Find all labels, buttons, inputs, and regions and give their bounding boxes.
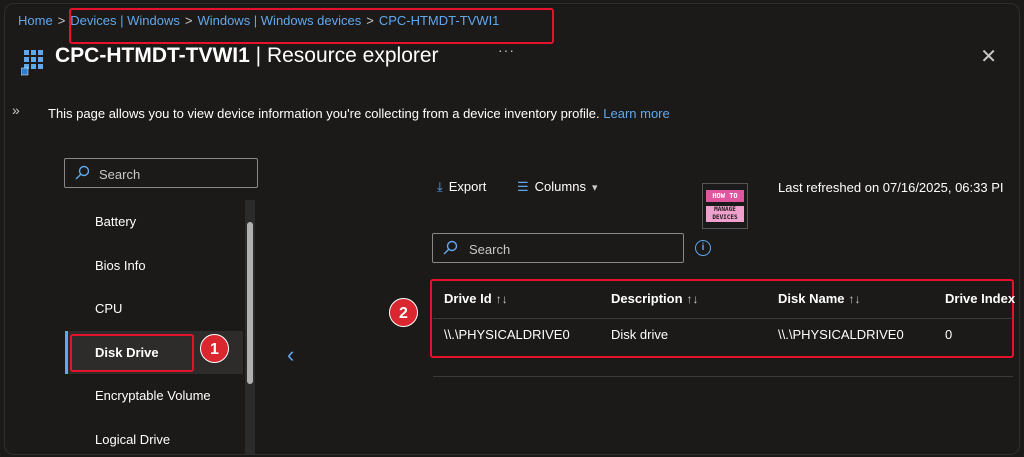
nav-item-bios-info[interactable]: Bios Info: [65, 244, 243, 288]
nav-item-cpu[interactable]: CPU: [65, 287, 243, 331]
expand-menu-icon[interactable]: »: [12, 102, 20, 118]
disk-drive-highlight-box: [70, 334, 194, 372]
search-icon: [75, 165, 90, 180]
table-cell-drive-index: 0: [945, 327, 953, 342]
logo-line-2: MANAGE DEVICES: [706, 206, 744, 222]
column-header-disk-name[interactable]: Disk Name ↑↓: [778, 291, 860, 306]
sort-icon: ↑↓: [686, 292, 699, 306]
columns-icon: ☰: [517, 179, 529, 194]
page-description: This page allows you to view device info…: [48, 106, 670, 121]
nav-scrollbar-thumb[interactable]: [247, 222, 253, 384]
nav-list: Battery Bios Info CPU Disk Drive Encrypt…: [65, 200, 243, 455]
download-icon: ⤓: [437, 179, 443, 194]
table-cell-description: Disk drive: [611, 327, 669, 342]
resource-explorer-icon: [21, 50, 43, 76]
info-icon[interactable]: i: [695, 240, 711, 256]
nav-search-placeholder: Search: [99, 167, 141, 182]
columns-button[interactable]: ☰ Columns ▾: [517, 179, 597, 195]
logo-line-1: HOW TO: [706, 190, 744, 202]
columns-label: Columns: [534, 179, 586, 194]
nav-item-battery[interactable]: Battery: [65, 200, 243, 244]
description-text: This page allows you to view device info…: [48, 106, 600, 121]
breadcrumb-separator: >: [57, 13, 66, 28]
column-header-drive-index[interactable]: Drive Index: [945, 291, 1015, 306]
breadcrumb-highlight-box: [69, 8, 554, 44]
grid-search-placeholder: Search: [469, 242, 511, 257]
search-icon: [443, 240, 458, 255]
step-badge-2: 2: [389, 298, 418, 327]
table-row-divider: [433, 376, 1013, 377]
collapse-panel-chevron-icon[interactable]: ‹: [287, 342, 294, 368]
page-title-suffix: | Resource explorer: [255, 44, 439, 67]
nav-item-logical-drive[interactable]: Logical Drive: [65, 418, 243, 455]
sort-icon: ↑↓: [848, 292, 861, 306]
chevron-down-icon: ▾: [591, 182, 598, 194]
page-title: CPC-HTMDT-TVWI1 | Resource explorer: [55, 44, 439, 68]
page-title-device: CPC-HTMDT-TVWI1: [55, 44, 250, 67]
close-icon[interactable]: ✕: [980, 44, 997, 69]
breadcrumb-home[interactable]: Home: [18, 13, 53, 28]
column-header-label: Drive Id: [444, 291, 492, 306]
learn-more-link[interactable]: Learn more: [603, 106, 669, 121]
column-header-label: Disk Name: [778, 291, 845, 306]
table-cell-disk-name: \\.\PHYSICALDRIVE0: [778, 327, 904, 342]
export-label: Export: [448, 179, 487, 194]
grid-search-input[interactable]: Search: [432, 233, 684, 263]
sort-icon: ↑↓: [495, 292, 508, 306]
nav-search-input[interactable]: Search: [64, 158, 258, 188]
table-cell-drive-id: \\.\PHYSICALDRIVE0: [444, 327, 570, 342]
more-options-icon[interactable]: ···: [498, 42, 515, 58]
how-to-manage-devices-logo: HOW TO MANAGE DEVICES: [702, 183, 748, 229]
column-header-description[interactable]: Description ↑↓: [611, 291, 699, 306]
table-header-divider: [433, 318, 1013, 319]
export-button[interactable]: ⤓ Export: [437, 179, 486, 195]
window-frame: Home > Devices | Windows > Windows | Windows…: [4, 3, 1020, 455]
nav-item-encryptable-volume[interactable]: Encryptable Volume: [65, 374, 243, 418]
column-header-drive-id[interactable]: Drive Id ↑↓: [444, 291, 508, 306]
column-header-label: Description: [611, 291, 683, 306]
last-refreshed-text: Last refreshed on 07/16/2025, 06:33 PI: [778, 180, 1004, 195]
step-badge-1: 1: [200, 334, 229, 363]
